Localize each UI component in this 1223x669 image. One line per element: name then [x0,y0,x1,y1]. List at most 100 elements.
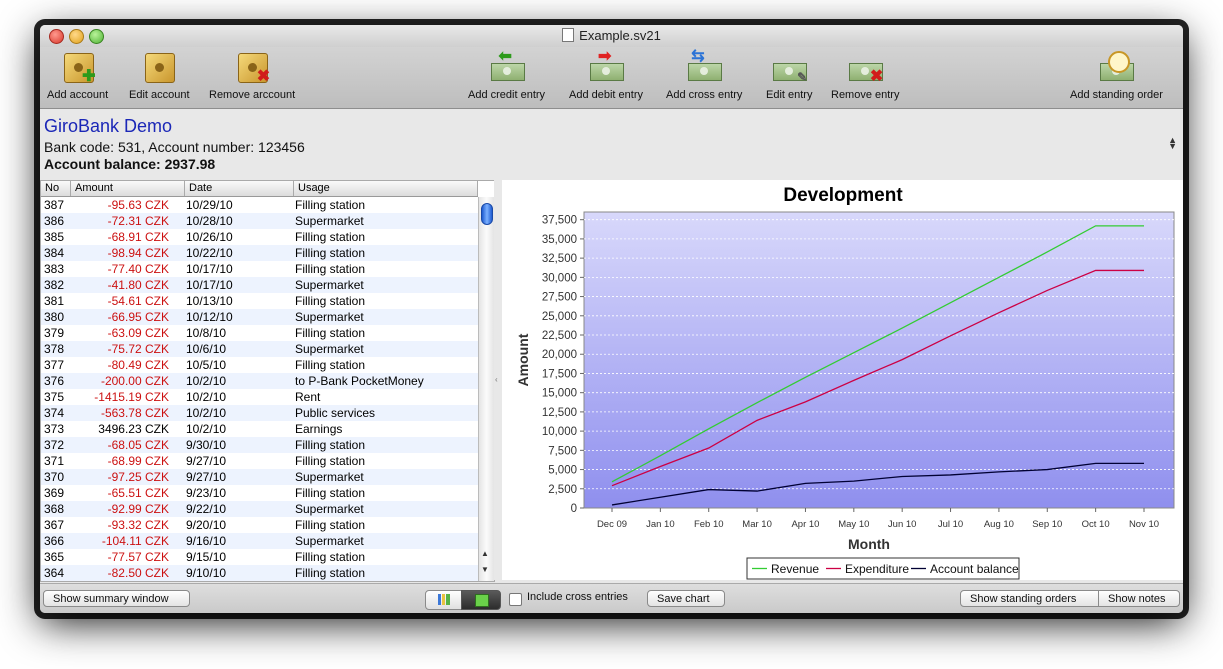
money-remove-icon: ✖ [847,51,884,85]
cell-usage: Filling station [295,486,366,500]
cell-no: 368 [44,502,65,516]
cell-usage: Supermarket [295,278,364,292]
table-row[interactable]: 375 -1415.19 CZK 10/2/10 Rent [41,389,478,405]
table-row[interactable]: 364 -82.50 CZK 9/10/10 Filling station [41,565,478,581]
entries-table: No Amount Date Usage 387 -95.63 CZK 10/29/… [40,180,495,582]
cell-date: 10/12/10 [186,310,233,324]
money-clock-icon [1098,51,1135,85]
cell-usage: to P-Bank PocketMoney [295,374,424,388]
include-cross-entries-checkbox[interactable] [509,593,522,606]
document-icon [562,28,575,42]
table-row[interactable]: 373 3496.23 CZK 10/2/10 Earnings [41,421,478,437]
table-row[interactable]: 380 -66.95 CZK 10/12/10 Supermarket [41,309,478,325]
remove-entry-button[interactable]: ✖ Remove entry [831,51,899,101]
x-tick-label: Dec 09 [597,519,627,530]
cell-usage: Filling station [295,326,366,340]
add-cross-entry-button[interactable]: ⇆ Add cross entry [666,49,743,102]
table-row[interactable]: 382 -41.80 CZK 10/17/10 Supermarket [41,277,478,293]
money-credit-icon: ⬅ [489,49,525,85]
scroll-down-arrow-icon[interactable]: ▼ [481,565,489,574]
show-standing-orders-button[interactable]: Show standing orders [960,590,1099,607]
table-row[interactable]: 383 -77.40 CZK 10/17/10 Filling station [41,261,478,277]
toolbar: ✚ Add account Edit account ✖ Remove arcc… [40,47,1183,109]
table-header: No Amount Date Usage [41,181,478,197]
add-cross-entry-label: Add cross entry [666,89,743,101]
cell-no: 367 [44,518,65,532]
cell-no: 371 [44,454,65,468]
line-chart-toggle[interactable] [461,590,501,610]
table-row[interactable]: 387 -95.63 CZK 10/29/10 Filling station [41,197,478,213]
table-row[interactable]: 371 -68.99 CZK 9/27/10 Filling station [41,453,478,469]
remove-account-button[interactable]: ✖ Remove arccount [209,51,295,101]
safe-remove-icon: ✖ [234,51,270,85]
x-tick-label: Feb 10 [694,519,724,530]
edit-account-button[interactable]: Edit account [129,51,190,101]
table-row[interactable]: 384 -98.94 CZK 10/22/10 Filling station [41,245,478,261]
cell-amount: -92.99 CZK [107,502,169,516]
column-header-date[interactable]: Date [185,181,294,196]
add-debit-entry-button[interactable]: ➡ Add debit entry [569,49,643,102]
scrollbar-thumb[interactable] [481,203,493,225]
close-window-button[interactable] [49,29,64,44]
cell-amount: -41.80 CZK [107,278,169,292]
cell-no: 370 [44,470,65,484]
development-chart: Development 0 2,500 5,000 7,500 10,000 12,500 1… [502,180,1183,580]
table-row[interactable]: 365 -77.57 CZK 9/15/10 Filling station [41,549,478,565]
scroll-up-arrow-icon[interactable]: ▲ [481,549,489,558]
account-info-panel: GiroBank Demo Bank code: 531, Account nu… [40,109,1183,179]
zoom-window-button[interactable] [89,29,104,44]
table-row[interactable]: 385 -68.91 CZK 10/26/10 Filling station [41,229,478,245]
cell-no: 364 [44,566,65,580]
show-summary-window-button[interactable]: Show summary window [43,590,190,607]
table-scrollbar[interactable]: ▲ ▼ [478,197,494,581]
save-chart-button[interactable]: Save chart [647,590,725,607]
add-account-button[interactable]: ✚ Add account [47,51,108,101]
table-row[interactable]: 376 -200.00 CZK 10/2/10 to P-Bank PocketMon… [41,373,478,389]
column-header-usage[interactable]: Usage [294,181,478,196]
table-row[interactable]: 378 -75.72 CZK 10/6/10 Supermarket [41,341,478,357]
table-row[interactable]: 366 -104.11 CZK 9/16/10 Supermarket [41,533,478,549]
table-row[interactable]: 370 -97.25 CZK 9/27/10 Supermarket [41,469,478,485]
cell-usage: Filling station [295,438,366,452]
y-tick-label: 22,500 [542,330,577,342]
x-tick-label: Jul 10 [938,519,963,530]
table-row[interactable]: 381 -54.61 CZK 10/13/10 Filling station [41,293,478,309]
cell-no: 376 [44,374,65,388]
cell-date: 10/6/10 [186,342,227,356]
table-row[interactable]: 374 -563.78 CZK 10/2/10 Public services [41,405,478,421]
cell-no: 379 [44,326,65,340]
add-account-label: Add account [47,89,109,101]
legend-entry: Account balance [930,562,1019,576]
minimize-window-button[interactable] [69,29,84,44]
y-tick-label: 2,500 [548,484,577,496]
x-tick-label: Mar 10 [742,519,772,530]
cell-date: 9/20/10 [186,518,227,532]
table-row[interactable]: 377 -80.49 CZK 10/5/10 Filling station [41,357,478,373]
split-pane-divider[interactable]: ‹ [494,180,502,580]
add-standing-order-button[interactable]: Add standing order [1070,51,1163,101]
y-axis-label: Amount [515,333,531,386]
account-selector-stepper[interactable]: ▲ ▼ [1168,136,1177,151]
table-row[interactable]: 379 -63.09 CZK 10/8/10 Filling station [41,325,478,341]
table-row[interactable]: 386 -72.31 CZK 10/28/10 Supermarket [41,213,478,229]
table-row[interactable]: 367 -93.32 CZK 9/20/10 Filling station [41,517,478,533]
table-row[interactable]: 369 -65.51 CZK 9/23/10 Filling station [41,485,478,501]
column-header-amount[interactable]: Amount [71,181,185,196]
cell-usage: Supermarket [295,502,364,516]
table-row[interactable]: 372 -68.05 CZK 9/30/10 Filling station [41,437,478,453]
cell-usage: Supermarket [295,470,364,484]
show-notes-button[interactable]: Show notes [1098,590,1180,607]
cell-usage: Filling station [295,246,366,260]
balance-label: Account balance: [44,156,161,172]
cell-amount: -72.31 CZK [107,214,169,228]
cell-date: 9/10/10 [186,566,227,580]
add-credit-entry-button[interactable]: ⬅ Add credit entry [468,49,545,102]
add-debit-entry-label: Add debit entry [569,89,643,101]
column-header-no[interactable]: No [41,181,71,196]
cell-no: 375 [44,390,65,404]
edit-entry-button[interactable]: ✎ Edit entry [766,51,812,101]
table-row[interactable]: 368 -92.99 CZK 9/22/10 Supermarket [41,501,478,517]
cell-amount: -1415.19 CZK [94,390,169,404]
bar-chart-toggle[interactable] [425,590,463,610]
cell-amount: -68.91 CZK [107,230,169,244]
